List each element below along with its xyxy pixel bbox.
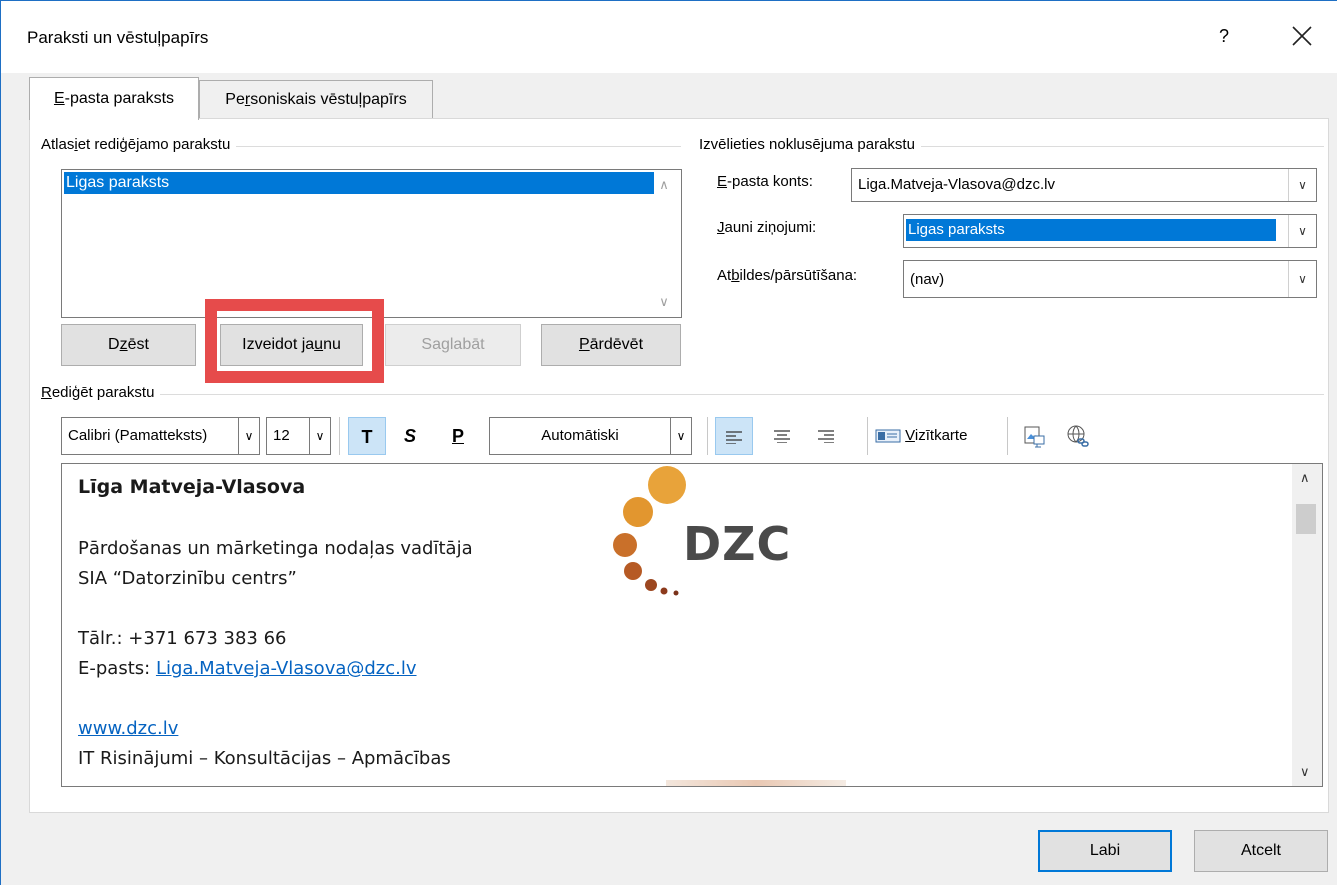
align-right-button[interactable] — [807, 417, 845, 455]
delete-button[interactable]: Dzēst — [61, 324, 196, 366]
list-item[interactable]: Ligas paraksts — [64, 172, 654, 194]
signature-company: SIA “Datorzinību centrs” — [78, 568, 297, 589]
signature-phone: Tālr.: +371 673 383 66 — [78, 628, 287, 649]
business-card-button[interactable]: Vizītkarte — [875, 417, 991, 455]
dzc-logo: DZC — [601, 465, 801, 605]
scroll-up-icon[interactable]: ∧ — [1300, 470, 1310, 486]
select-value: Ligas paraksts — [906, 219, 1276, 241]
dialog-title: Paraksti un vēstuļpapīrs — [27, 28, 209, 47]
toolbar-separator — [339, 417, 340, 455]
group-divider — [41, 394, 1324, 395]
close-icon — [1292, 26, 1312, 46]
signatures-dialog: Paraksti un vēstuļpapīrs ? E-pasta parak… — [0, 0, 1337, 885]
picture-icon — [1024, 426, 1045, 448]
signature-tagline: IT Risinājumi – Konsultācijas – Apmācība… — [78, 748, 451, 769]
chevron-down-icon[interactable]: ∨ — [309, 417, 331, 455]
underline-button[interactable]: P — [439, 417, 477, 455]
insert-picture-button[interactable] — [1015, 417, 1053, 455]
default-signature-label: Izvēlieties noklusējuma parakstu — [699, 136, 921, 153]
editor-scrollbar[interactable]: ∧ ∨ — [1292, 464, 1322, 786]
chevron-down-icon[interactable]: ∨ — [670, 417, 692, 455]
tab-personal-stationery[interactable]: Personiskais vēstuļpapīrs — [199, 80, 433, 119]
select-signature-label: Atlasiet rediģējamo parakstu — [41, 136, 237, 153]
cancel-button[interactable]: Atcelt — [1194, 830, 1328, 872]
chevron-down-icon[interactable]: ∨ — [238, 417, 260, 455]
tab-label: Personiskais vēstuļpapīrs — [225, 91, 407, 108]
business-card-icon — [875, 429, 901, 443]
scroll-down-icon[interactable]: ∨ — [653, 291, 675, 313]
ok-button[interactable]: Labi — [1038, 830, 1172, 872]
align-center-button[interactable] — [763, 417, 801, 455]
align-left-icon — [726, 431, 742, 445]
signature-email-line: E-pasts: Liga.Matveja-Vlasova@dzc.lv — [78, 658, 417, 679]
signature-name: Līga Matveja-Vlasova — [78, 476, 306, 498]
hyperlink-icon — [1067, 425, 1089, 447]
replies-select[interactable]: (nav) ∨ — [903, 260, 1317, 298]
insert-hyperlink-button[interactable] — [1059, 417, 1097, 455]
replies-label: Atbildes/pārsūtīšana: — [717, 267, 858, 284]
tab-email-signature[interactable]: E-pasta paraksts — [29, 77, 199, 120]
font-size-select[interactable]: 12 — [266, 417, 310, 455]
signature-list[interactable]: Ligas paraksts ∧ ∨ — [61, 169, 682, 318]
tab-label: E-pasta paraksts — [53, 90, 175, 107]
rename-button[interactable]: Pārdēvēt — [541, 324, 681, 366]
chevron-down-icon: ∨ — [1288, 169, 1316, 201]
edit-signature-label: Rediģēt parakstu — [41, 384, 161, 401]
bold-button[interactable]: T — [348, 417, 386, 455]
font-select[interactable]: Calibri (Pamatteksts) — [61, 417, 239, 455]
italic-button[interactable]: S — [391, 417, 429, 455]
website-link[interactable]: www.dzc.lv — [78, 718, 178, 739]
title-bar: Paraksti un vēstuļpapīrs ? — [1, 1, 1337, 73]
business-card-label: Vizītkarte — [905, 427, 968, 444]
align-left-button[interactable] — [715, 417, 753, 455]
email-account-select[interactable]: Liga.Matveja-Vlasova@dzc.lv ∨ — [851, 168, 1317, 202]
save-button[interactable]: Saglabāt — [385, 324, 521, 366]
toolbar-separator — [867, 417, 868, 455]
toolbar-separator — [707, 417, 708, 455]
select-value: Liga.Matveja-Vlasova@dzc.lv — [858, 176, 1055, 193]
help-button[interactable]: ? — [1209, 21, 1239, 51]
chevron-down-icon: ∨ — [1288, 261, 1316, 297]
select-value: (nav) — [910, 271, 945, 288]
image-fragment — [666, 780, 846, 786]
toolbar-separator — [1007, 417, 1008, 455]
logo-text: DZC — [683, 517, 792, 571]
new-messages-label: Jauni ziņojumi: — [717, 219, 817, 236]
new-messages-select[interactable]: Ligas paraksts ∨ — [903, 214, 1317, 248]
font-color-select[interactable]: Automātiski — [489, 417, 671, 455]
email-link[interactable]: Liga.Matveja-Vlasova@dzc.lv — [156, 658, 417, 679]
align-right-icon — [818, 430, 834, 444]
scroll-down-icon[interactable]: ∨ — [1300, 764, 1310, 780]
scroll-thumb[interactable] — [1296, 504, 1316, 534]
signature-position: Pārdošanas un mārketinga nodaļas vadītāj… — [78, 538, 473, 559]
close-button[interactable] — [1285, 19, 1319, 53]
annotation-highlight — [205, 299, 384, 383]
email-account-label: E-pasta konts: — [717, 173, 813, 190]
align-center-icon — [774, 430, 790, 444]
scroll-up-icon[interactable]: ∧ — [653, 174, 675, 196]
chevron-down-icon: ∨ — [1288, 215, 1316, 247]
